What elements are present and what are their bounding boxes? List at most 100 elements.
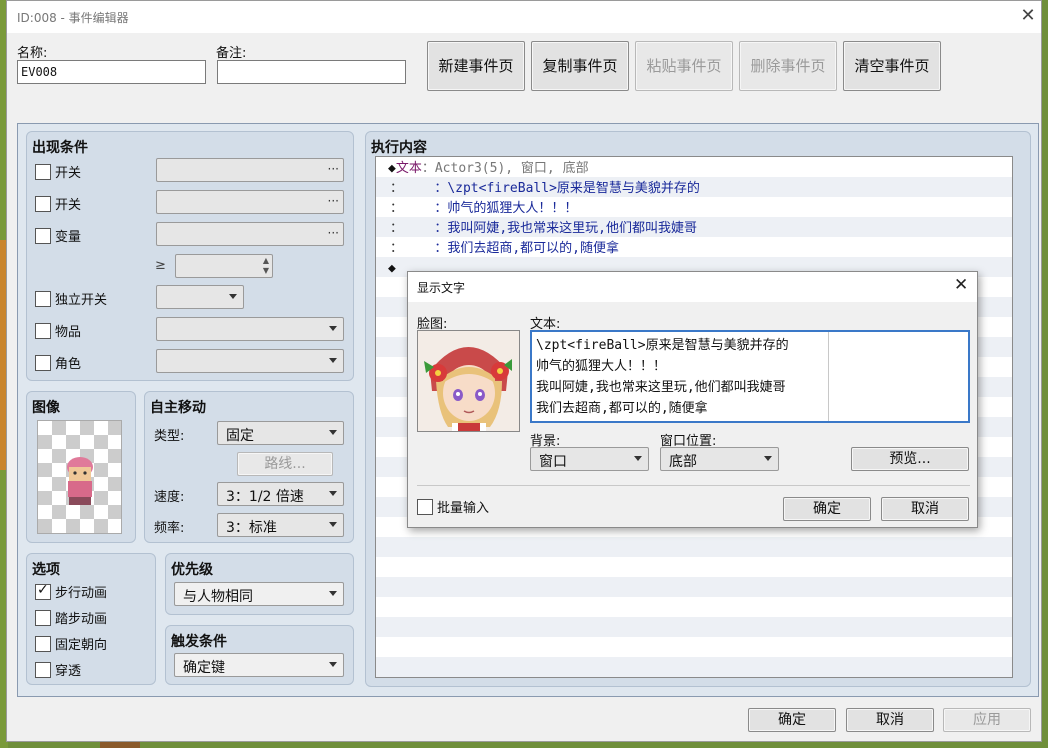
- row-stripe: [376, 577, 1012, 597]
- dialog-cancel-button[interactable]: 取消: [881, 497, 969, 521]
- checkbox-box[interactable]: [35, 582, 51, 600]
- trigger-panel: 触发条件 确定键: [165, 625, 354, 685]
- list-item[interactable]: ： ：\zpt<fireBall>原来是智慧与美貌并存的: [390, 179, 1012, 199]
- list-item[interactable]: ： ：我们去超商,都可以的,随便拿: [390, 239, 1012, 259]
- checkbox-box[interactable]: [35, 354, 51, 371]
- switch2-field[interactable]: ···: [156, 190, 344, 214]
- switch2-checkbox[interactable]: 开关: [35, 194, 81, 213]
- note-input[interactable]: [217, 60, 406, 84]
- stepping-anim-checkbox[interactable]: 踏步动画: [35, 608, 107, 627]
- close-icon[interactable]: ✕: [1017, 5, 1039, 27]
- window-position-dropdown[interactable]: 底部: [660, 447, 779, 471]
- checkbox-box[interactable]: [35, 290, 51, 307]
- movement-title: 自主移动: [150, 400, 206, 416]
- checkbox-box[interactable]: [35, 163, 51, 180]
- self-switch-dropdown[interactable]: [156, 285, 244, 309]
- self-switch-checkbox[interactable]: 独立开关: [35, 289, 107, 308]
- batch-input-checkbox[interactable]: 批量输入: [417, 497, 489, 516]
- switch1-field[interactable]: ···: [156, 158, 344, 182]
- frequency-value: 3：标准: [226, 520, 277, 536]
- priority-dropdown[interactable]: 与人物相同: [174, 582, 344, 606]
- checkbox-box[interactable]: [35, 322, 51, 339]
- show-text-dialog: 显示文字 ✕ 脸图: 文本: \zpt<fireBall>原来是智慧与美貌并存的…: [407, 271, 978, 528]
- face-image[interactable]: [417, 330, 520, 432]
- chevron-down-icon: [329, 430, 337, 435]
- ellipsis-icon: ···: [327, 226, 339, 240]
- switch1-checkbox[interactable]: 开关: [35, 162, 81, 181]
- trigger-value: 确定键: [183, 660, 225, 676]
- character-sprite-icon: [67, 457, 93, 505]
- trigger-title: 触发条件: [171, 634, 227, 650]
- item-checkbox[interactable]: 物品: [35, 321, 81, 340]
- row-stripe: [376, 657, 1012, 677]
- conditions-panel: 出现条件 开关 ··· 开关 ··· 变量 ··· ≥ ▲ ▼ 独立开关 物品 …: [26, 131, 354, 381]
- checkbox-box[interactable]: [35, 195, 51, 212]
- checkbox-box[interactable]: [35, 609, 51, 626]
- chevron-down-icon: [634, 456, 642, 461]
- option-label: 步行动画: [55, 586, 108, 601]
- line-prefix: ：: [390, 241, 404, 256]
- ellipsis-icon: ···: [327, 194, 339, 208]
- message-line: 我叫阿婕,我也常来这里玩,他们都叫我婕哥: [536, 380, 786, 395]
- chevron-down-icon: [329, 522, 337, 527]
- variable-field[interactable]: ···: [156, 222, 344, 246]
- variable-value-spinner[interactable]: ▲ ▼: [175, 254, 273, 278]
- list-item[interactable]: ： ：我叫阿婕,我也常来这里玩,他们都叫我婕哥: [390, 219, 1012, 239]
- list-item[interactable]: ： ：帅气的狐狸大人！！！: [390, 199, 1012, 219]
- background-dropdown[interactable]: 窗口: [530, 447, 649, 471]
- new-page-button[interactable]: 新建事件页: [427, 41, 525, 91]
- line-prefix: ：: [390, 201, 404, 216]
- actor-checkbox[interactable]: 角色: [35, 353, 81, 372]
- option-label: 固定朝向: [55, 638, 108, 653]
- message-line: 我们去超商,都可以的,随便拿: [536, 401, 708, 416]
- dialog-title: 显示文字: [417, 281, 466, 295]
- delete-page-button[interactable]: 删除事件页: [739, 41, 837, 91]
- chevron-down-icon: [329, 591, 337, 596]
- type-label: 类型:: [154, 429, 185, 444]
- contents-title: 执行内容: [371, 140, 427, 156]
- priority-panel: 优先级 与人物相同: [165, 553, 354, 615]
- character-image[interactable]: [37, 420, 122, 534]
- chevron-down-icon: [229, 294, 237, 299]
- ok-button[interactable]: 确定: [748, 708, 836, 732]
- frequency-dropdown[interactable]: 3：标准: [217, 513, 344, 537]
- copy-page-button[interactable]: 复制事件页: [531, 41, 629, 91]
- variable-checkbox[interactable]: 变量: [35, 226, 81, 245]
- paste-page-button[interactable]: 粘贴事件页: [635, 41, 733, 91]
- message-textarea[interactable]: \zpt<fireBall>原来是智慧与美貌并存的 帅气的狐狸大人！！！ 我叫阿…: [530, 330, 970, 423]
- chevron-down-icon: [329, 662, 337, 667]
- image-panel: 图像: [26, 391, 136, 543]
- spin-down-icon[interactable]: ▼: [263, 266, 269, 275]
- dialog-title-bar: 显示文字 ✕: [408, 272, 977, 302]
- dialog-ok-button[interactable]: 确定: [783, 497, 871, 521]
- checkbox-box[interactable]: [35, 661, 51, 678]
- through-checkbox[interactable]: 穿透: [35, 660, 81, 679]
- type-dropdown[interactable]: 固定: [217, 421, 344, 445]
- spin-up-icon[interactable]: ▲: [263, 256, 269, 265]
- conditions-title: 出现条件: [32, 140, 88, 156]
- item-dropdown[interactable]: [156, 317, 344, 341]
- command-params: ：Actor3(5), 窗口, 底部: [421, 161, 589, 176]
- actor-dropdown[interactable]: [156, 349, 344, 373]
- list-item[interactable]: ◆文本：Actor3(5), 窗口, 底部: [388, 159, 1012, 179]
- apply-button[interactable]: 应用: [943, 708, 1031, 732]
- preview-button[interactable]: 预览...: [851, 447, 969, 471]
- walking-anim-checkbox[interactable]: 步行动画: [35, 582, 107, 601]
- checkbox-box[interactable]: [35, 227, 51, 244]
- switch2-label: 开关: [55, 198, 82, 213]
- window-title: ID:008 - 事件编辑器: [17, 11, 129, 25]
- line-prefix: ：: [390, 181, 404, 196]
- variable-label: 变量: [55, 230, 82, 245]
- trigger-dropdown[interactable]: 确定键: [174, 653, 344, 677]
- checkbox-box[interactable]: [417, 498, 433, 515]
- checkbox-box[interactable]: [35, 635, 51, 652]
- direction-fix-checkbox[interactable]: 固定朝向: [35, 634, 107, 653]
- route-button[interactable]: 路线...: [237, 452, 333, 476]
- clear-page-button[interactable]: 清空事件页: [843, 41, 941, 91]
- cancel-button[interactable]: 取消: [846, 708, 934, 732]
- frequency-label: 频率:: [154, 521, 185, 536]
- close-icon[interactable]: ✕: [954, 275, 968, 295]
- name-input[interactable]: EV008: [17, 60, 206, 84]
- chevron-down-icon: [764, 456, 772, 461]
- speed-dropdown[interactable]: 3：1/2 倍速: [217, 482, 344, 506]
